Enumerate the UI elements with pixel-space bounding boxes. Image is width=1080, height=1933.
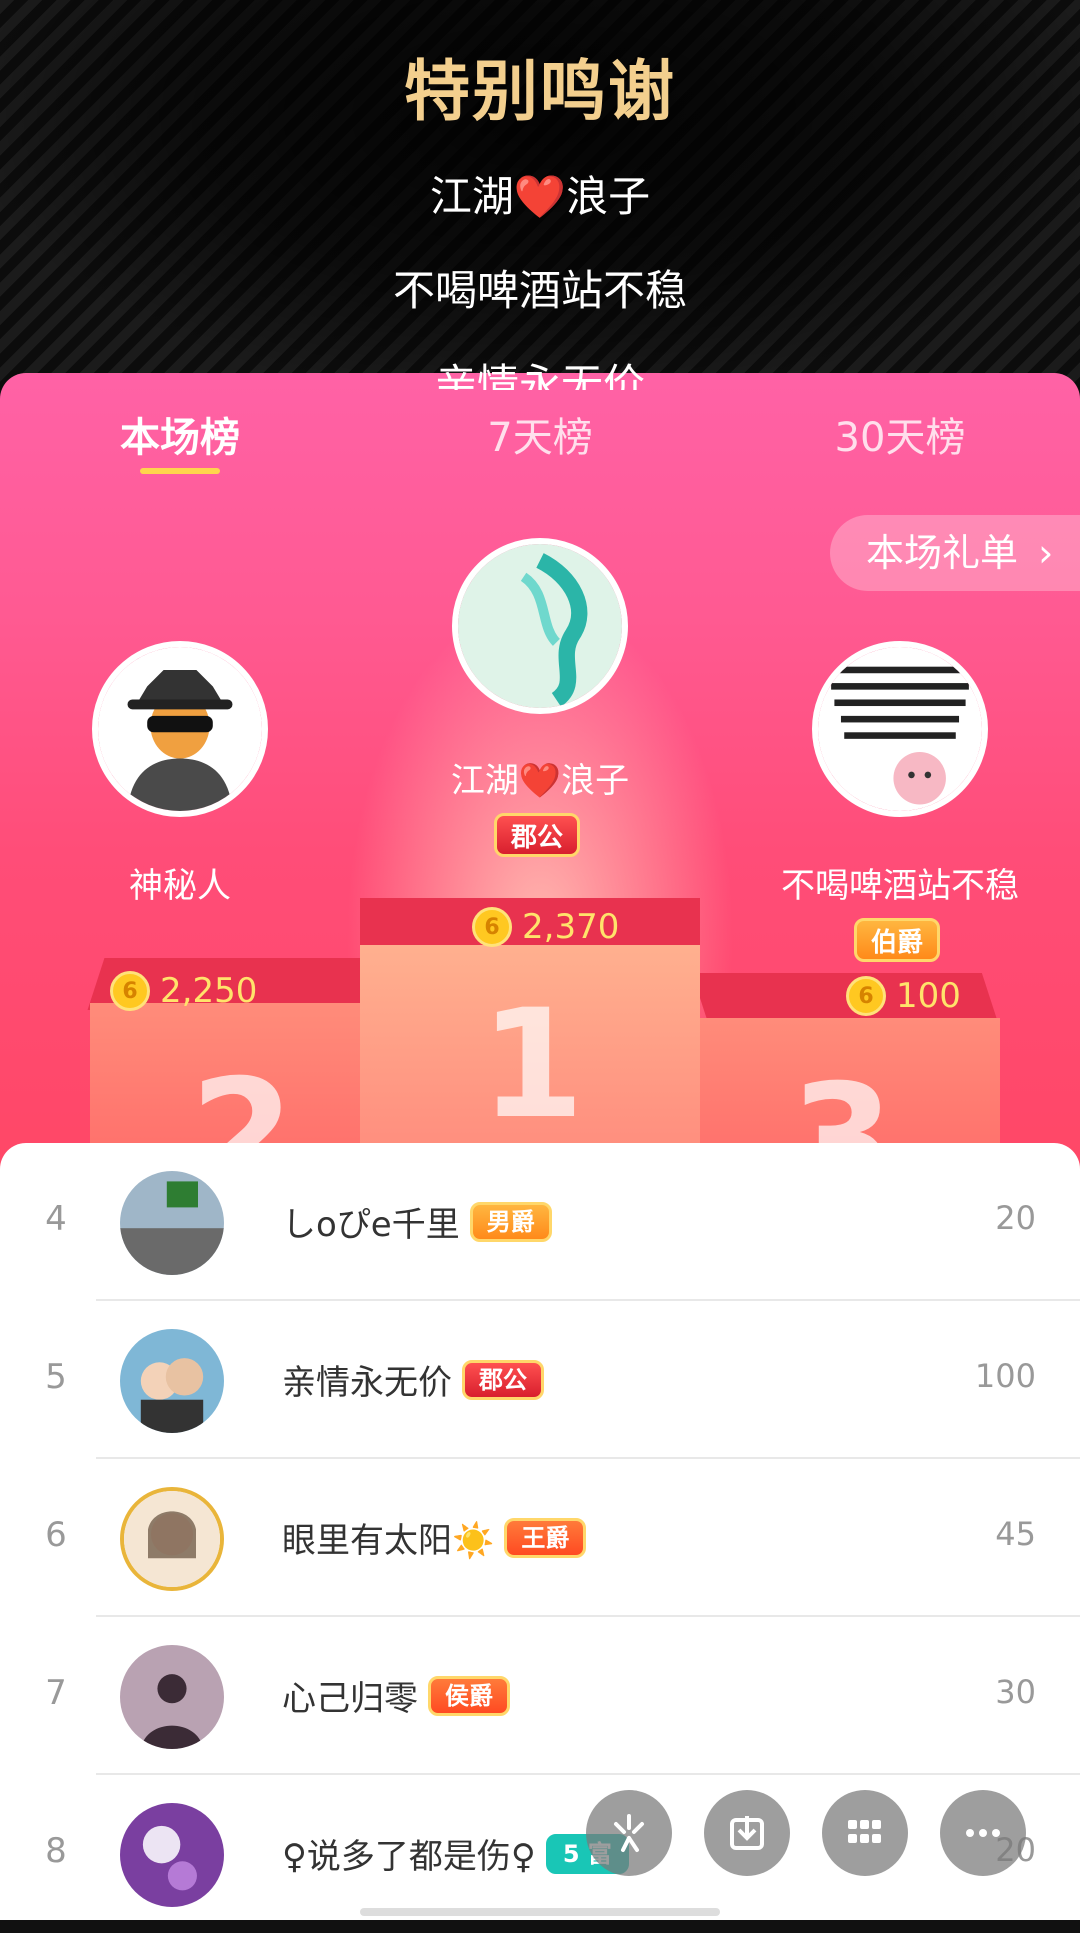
rank-number: 7 [45,1673,67,1713]
first-place-name: 江湖❤️浪子 [450,761,630,801]
list-item-name: 亲情永无价 [282,1363,452,1403]
list-item-score: 45 [995,1515,1036,1553]
ranking-tabs: 本场榜 7天榜 30天榜 [0,373,1080,493]
dragon-avatar-icon [458,544,622,708]
text-meme-avatar-icon [818,647,982,811]
rank-badge: 侯爵 [428,1675,510,1716]
ranking-list: 4 しoぴe千里 男爵 20 5 亲情永无价 郡公 100 6 眼里有太阳☀️ … [0,1143,1080,1920]
list-item-name: しoぴe千里 [282,1205,460,1245]
grid-button[interactable] [822,1790,908,1876]
rank-number: 5 [45,1357,67,1397]
third-place-name: 不喝啤酒站不稳 [781,866,1019,906]
coin-icon: 6 [472,907,512,947]
avatar [120,1329,224,1433]
gift-list-label: 本场礼单 [866,531,1019,575]
download-icon [730,1816,764,1850]
sparkle-button[interactable] [586,1790,672,1876]
chevron-right-icon: › [1038,531,1054,575]
list-item-name-wrap: 亲情永无价 郡公 [282,1355,544,1404]
banner-names: 江湖❤️浪子 不喝啤酒站不稳 亲情永无价 [0,150,1080,390]
more-icon [966,1829,1000,1837]
rank-number: 4 [45,1199,67,1239]
rank-badge: 郡公 [462,1359,544,1400]
ranking-panel: 本场榜 7天榜 30天榜 本场礼单 › 2 3 1 江湖❤️浪子 郡公 6 2,… [0,373,1080,1173]
coin-icon: 6 [110,971,150,1011]
tab-current[interactable]: 本场榜 [60,405,300,463]
banner-title: 特别鸣谢 [404,53,676,130]
mystery-person-icon [98,647,262,811]
rank-number: 8 [45,1831,67,1871]
third-place-score-value: 100 [896,976,961,1016]
avatar [120,1645,224,1749]
banner-name: 亲情永无价 [434,360,645,390]
list-item[interactable]: 4 しoぴe千里 男爵 20 [0,1143,1080,1301]
tab-underline [140,468,220,474]
download-button[interactable] [704,1790,790,1876]
coin-icon: 6 [846,976,886,1016]
list-item-score: 100 [974,1357,1036,1395]
list-item[interactable]: 6 眼里有太阳☀️ 王爵 45 [0,1459,1080,1617]
tab-7days[interactable]: 7天榜 [420,405,660,463]
third-place-score: 6 100 [846,976,961,1016]
home-indicator [360,1908,720,1916]
more-button[interactable] [940,1790,1026,1876]
gift-list-button[interactable]: 本场礼单 › [830,515,1080,591]
list-item-name-wrap: しoぴe千里 男爵 [282,1197,552,1246]
first-place-avatar[interactable] [452,538,628,714]
rank-badge: 男爵 [469,1201,552,1242]
avatar [120,1803,224,1907]
grid-icon [848,1820,881,1843]
list-item[interactable]: 7 心己归零 侯爵 30 [0,1617,1080,1775]
second-place-score: 6 2,250 [110,971,257,1011]
third-place-badge: 伯爵 [854,918,941,962]
list-item-name: 眼里有太阳☀️ [282,1521,495,1561]
list-item[interactable]: 5 亲情永无价 郡公 100 [0,1301,1080,1459]
list-item-score: 30 [995,1673,1036,1711]
first-place-score-value: 2,370 [522,907,620,947]
list-item-name: ♀说多了都是伤♀ [282,1837,536,1877]
rank-badge: 王爵 [504,1517,587,1558]
list-item-name-wrap: 眼里有太阳☀️ 王爵 [282,1513,587,1562]
tab-30days[interactable]: 30天榜 [780,405,1020,463]
first-place-score: 6 2,370 [472,907,619,947]
sparkle-icon [614,1814,644,1852]
avatar [120,1487,224,1591]
list-item-name: 心己归零 [282,1679,418,1719]
list-item-score: 20 [995,1199,1036,1237]
list-item-name-wrap: 心己归零 侯爵 [282,1671,510,1720]
rank-number: 6 [45,1515,67,1555]
first-place-badge: 郡公 [494,813,581,857]
third-place-avatar[interactable] [812,641,988,817]
second-place-score-value: 2,250 [160,971,258,1011]
avatar [120,1171,224,1275]
thanks-banner: 特别鸣谢 江湖❤️浪子 不喝啤酒站不稳 亲情永无价 [0,0,1080,390]
list-item-name-wrap: ♀说多了都是伤♀ 5 富 [282,1829,629,1878]
podium-1-number: 1 [480,978,585,1152]
second-place-avatar[interactable] [92,641,268,817]
second-place-name: 神秘人 [129,866,231,906]
banner-name: 江湖❤️浪子 [429,172,651,221]
banner-name: 不喝啤酒站不稳 [392,266,687,315]
